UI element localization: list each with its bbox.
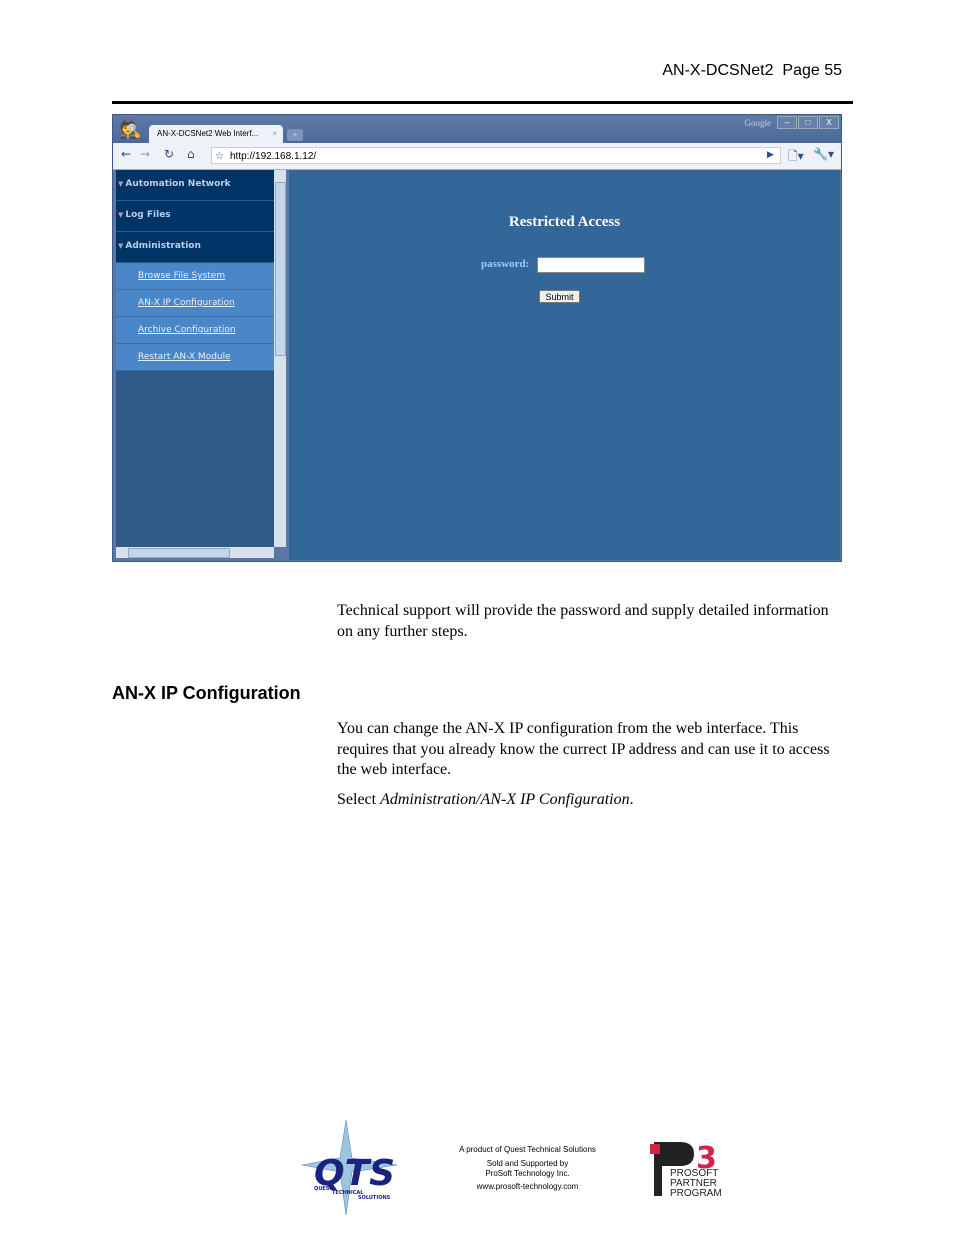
browser-screenshot: 🕵 AN-X-DCSNet2 Web Interf... × + Google –… <box>112 114 842 562</box>
back-icon[interactable]: ← <box>121 147 131 161</box>
bookmark-star-icon[interactable]: ☆ <box>215 148 224 165</box>
title-bar: 🕵 AN-X-DCSNet2 Web Interf... × + Google –… <box>113 115 841 143</box>
footer-text: A product of Quest Technical Solutions S… <box>440 1145 615 1192</box>
svg-text:PROGRAM: PROGRAM <box>670 1188 722 1198</box>
section-heading: AN-X IP Configuration <box>112 683 301 703</box>
text: . <box>629 791 634 808</box>
submenu-item: Archive Configuration <box>116 317 274 344</box>
minimize-button[interactable]: – <box>777 116 797 129</box>
content-area: Restricted Access password: Submit <box>289 170 840 560</box>
paragraph: You can change the AN-X IP configuration… <box>337 720 830 778</box>
label: Automation Network <box>125 179 231 189</box>
sidebar: ▼ Automation Network ▼ Log Files ▼ Administ… <box>116 170 274 547</box>
page-number: Page 55 <box>782 62 842 79</box>
menu-path: Administration/AN-X IP Configuration <box>380 791 630 808</box>
submenu-item: Browse File System <box>116 263 274 290</box>
header-rule <box>112 101 853 104</box>
page-menu-icon[interactable]: 🗋▾ <box>788 147 804 168</box>
submenu-item: Restart AN-X Module <box>116 344 274 371</box>
expand-triangle-icon: ▼ <box>118 211 124 219</box>
footer-line: ProSoft Technology Inc. <box>485 1169 570 1178</box>
restart-anx-module-link[interactable]: Restart AN-X Module <box>138 352 231 362</box>
page-header: AN-X-DCSNet2 Page 55 <box>662 62 842 80</box>
browser-toolbar: ← → ↻ ⌂ ☆ http://192.168.1.12/ ▶ 🗋▾ 🔧▾ <box>113 143 841 170</box>
horizontal-scrollbar[interactable] <box>116 547 274 558</box>
label: Administration <box>125 241 201 251</box>
text: Select <box>337 791 381 808</box>
svg-text:QUEST: QUEST <box>314 1186 333 1192</box>
footer-line: A product of Quest Technical Solutions <box>459 1145 596 1154</box>
scrollbar-thumb[interactable] <box>275 182 286 356</box>
svg-text:SOLUTIONS: SOLUTIONS <box>358 1195 391 1201</box>
sidebar-item-log-files[interactable]: ▼ Log Files <box>116 201 274 232</box>
submit-button[interactable]: Submit <box>539 290 580 303</box>
wrench-menu-icon[interactable]: 🔧▾ <box>813 147 834 161</box>
archive-configuration-link[interactable]: Archive Configuration <box>138 325 236 335</box>
restricted-access-title: Restricted Access <box>508 214 621 230</box>
tab-close-icon[interactable]: × <box>272 125 277 143</box>
tab-title: AN-X-DCSNet2 Web Interf... <box>157 129 259 138</box>
scrollbar-thumb[interactable] <box>128 548 230 558</box>
home-icon[interactable]: ⌂ <box>187 147 195 161</box>
address-bar[interactable]: ☆ http://192.168.1.12/ <box>211 147 781 164</box>
password-input[interactable] <box>537 257 645 273</box>
anx-ip-configuration-link[interactable]: AN-X IP Configuration <box>138 298 235 308</box>
submenu-item: AN-X IP Configuration <box>116 290 274 317</box>
document-page: AN-X-DCSNet2 Page 55 🕵 AN-X-DCSNet2 Web … <box>0 0 954 1235</box>
footer-line: Sold and Supported by <box>486 1159 569 1168</box>
reload-icon[interactable]: ↻ <box>164 147 174 161</box>
footer-line: www.prosoft-technology.com <box>476 1182 579 1191</box>
expand-triangle-icon: ▼ <box>118 180 124 188</box>
close-window-button[interactable]: X <box>819 116 839 129</box>
qts-logo: QTS QUEST TECHNICAL SOLUTIONS <box>302 1120 398 1215</box>
p3-partner-logo: 3 PROSOFT PARTNER PROGRAM <box>650 1141 722 1198</box>
url-text: http://192.168.1.12/ <box>230 151 317 162</box>
paragraph: Technical support will provide the passw… <box>337 602 829 640</box>
sidebar-item-administration[interactable]: ▼ Administration <box>116 232 274 263</box>
browse-file-system-link[interactable]: Browse File System <box>138 271 225 281</box>
browser-tab[interactable]: AN-X-DCSNet2 Web Interf... × <box>149 125 283 143</box>
password-label: password: <box>481 258 530 270</box>
paragraph: Select Administration/AN-X IP Configurat… <box>337 790 847 811</box>
go-icon[interactable]: ▶ <box>767 150 774 160</box>
doc-title: AN-X-DCSNet2 <box>662 62 774 79</box>
new-tab-button[interactable]: + <box>287 129 303 141</box>
forward-icon[interactable]: → <box>140 147 150 161</box>
sidebar-item-automation-network[interactable]: ▼ Automation Network <box>116 170 274 201</box>
maximize-button[interactable]: □ <box>798 116 818 129</box>
google-label: Google <box>744 118 772 128</box>
label: Log Files <box>125 210 171 220</box>
incognito-icon: 🕵 <box>119 119 142 139</box>
expand-triangle-icon: ▼ <box>118 242 124 250</box>
vertical-scrollbar[interactable] <box>274 170 286 547</box>
